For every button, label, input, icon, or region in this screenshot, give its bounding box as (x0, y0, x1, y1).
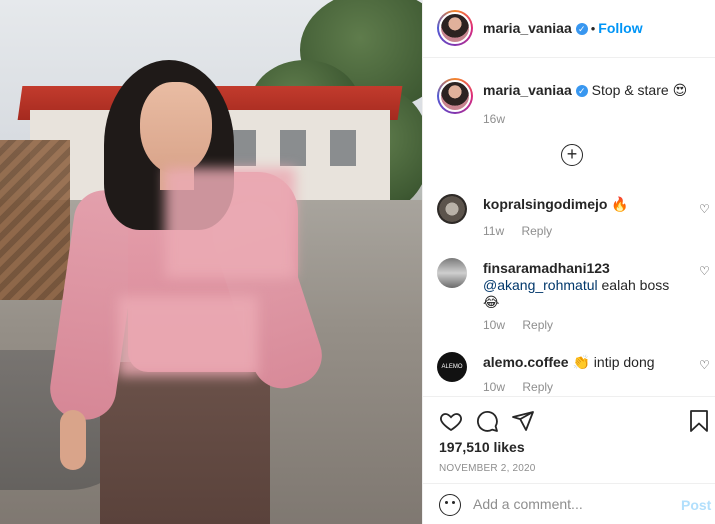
comment-text: 🔥 (611, 196, 629, 212)
comment-username[interactable]: alemo.coffee (483, 354, 569, 370)
add-comment-input[interactable] (473, 496, 663, 512)
comment-body: finsaramadhani123 @akang_rohmatul ealah … (483, 260, 683, 311)
post-date[interactable]: NOVEMBER 2, 2020 (439, 463, 536, 474)
reply-button[interactable]: Reply (522, 380, 553, 394)
verified-badge-icon: ✓ (575, 85, 588, 97)
separator-dot: • (590, 21, 596, 36)
reply-button[interactable]: Reply (521, 224, 552, 238)
comment-text: ealah boss (601, 277, 670, 293)
blur-overlay (118, 296, 258, 376)
comment-meta: 10w Reply (483, 318, 567, 332)
comment-time[interactable]: 10w (483, 318, 505, 332)
comment-username[interactable]: kopralsingodimejo (483, 196, 607, 212)
likes-count[interactable]: 197,510 likes (439, 439, 525, 455)
heart-icon[interactable]: ♡ (699, 358, 710, 372)
plus-circle-icon[interactable]: + (561, 144, 583, 166)
post-photo[interactable] (0, 0, 422, 524)
hand (60, 410, 86, 470)
reply-button[interactable]: Reply (522, 318, 553, 332)
pants (100, 362, 270, 524)
comment-username[interactable]: finsaramadhani123 (483, 260, 610, 276)
header-username[interactable]: maria_vaniaa (483, 20, 572, 36)
comment-avatar[interactable]: ALEMO (437, 352, 467, 382)
post-actions: 197,510 likes NOVEMBER 2, 2020 Post (423, 396, 715, 524)
comment-body: kopralsingodimejo 🔥 (483, 196, 683, 213)
wooden-shelf (0, 140, 70, 300)
comment-meta: 10w Reply (483, 380, 567, 394)
bookmark-icon[interactable] (687, 409, 711, 433)
avatar[interactable] (437, 10, 473, 46)
caption-text: Stop & stare (591, 82, 669, 98)
share-paper-plane-icon[interactable] (511, 409, 535, 433)
comment-text: 👏 intip dong (572, 354, 655, 370)
post-side-panel: maria_vaniaa ✓ • Follow maria_vaniaa ✓ Stop … (422, 0, 715, 524)
blur-overlay (165, 168, 295, 278)
comment-emoji: 😂 (483, 294, 500, 310)
caption-avatar[interactable] (437, 78, 473, 114)
comment-body: alemo.coffee 👏 intip dong (483, 354, 683, 371)
follow-button[interactable]: Follow (598, 20, 642, 36)
comment-bubble-icon[interactable] (475, 409, 499, 433)
like-heart-icon[interactable] (439, 409, 463, 433)
add-comment-bar: Post (423, 483, 715, 524)
verified-badge-icon: ✓ (575, 23, 588, 35)
comment-time[interactable]: 10w (483, 380, 505, 394)
comment-avatar[interactable] (437, 258, 467, 288)
post-header: maria_vaniaa ✓ • Follow (423, 0, 715, 58)
caption-emoji: 😍 (672, 82, 688, 98)
comment-meta: 11w Reply (483, 224, 566, 238)
face (140, 82, 212, 174)
comment-avatar[interactable] (437, 194, 467, 224)
heart-icon[interactable]: ♡ (699, 264, 710, 278)
caption-line: maria_vaniaa ✓ Stop & stare 😍 (483, 82, 687, 99)
comment-mention[interactable]: @akang_rohmatul (483, 277, 598, 293)
comment-time[interactable]: 11w (483, 224, 504, 238)
emoji-icon[interactable] (439, 494, 461, 516)
caption-time[interactable]: 16w (483, 112, 505, 126)
post-comment-button[interactable]: Post (681, 497, 711, 513)
heart-icon[interactable]: ♡ (699, 202, 710, 216)
caption-username[interactable]: maria_vaniaa (483, 82, 572, 98)
